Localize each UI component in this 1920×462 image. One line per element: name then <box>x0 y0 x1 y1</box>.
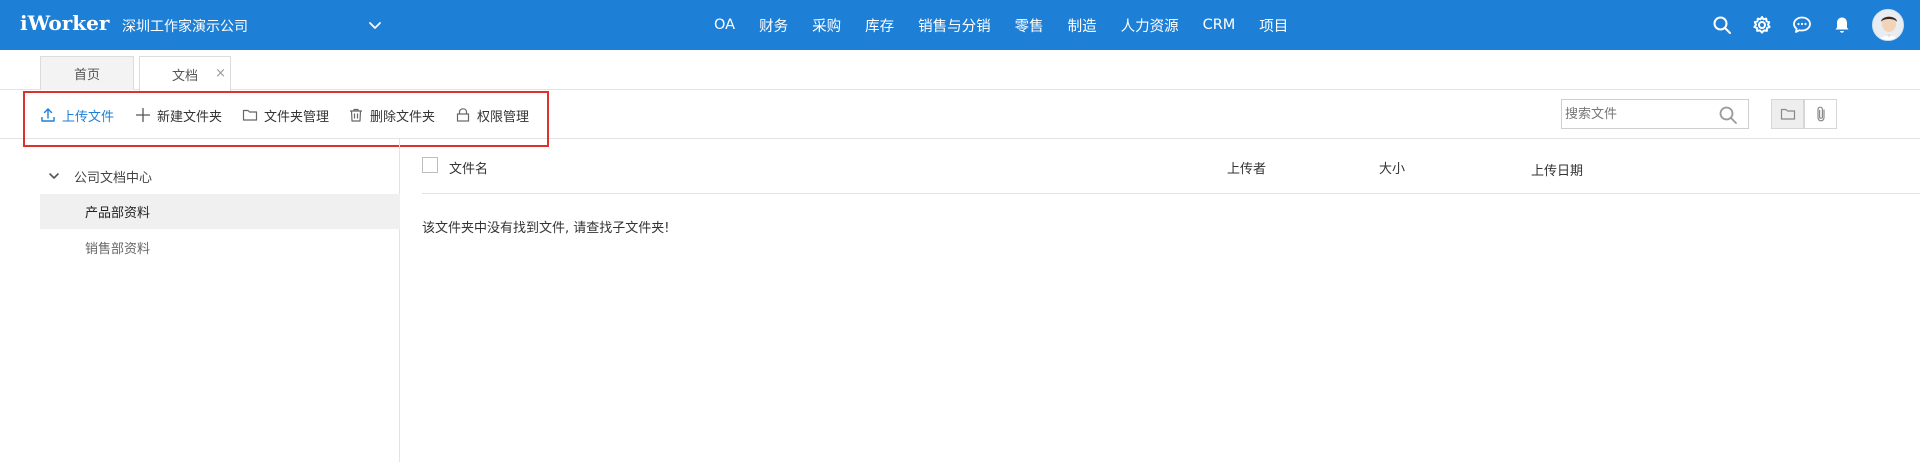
plus-icon <box>135 107 151 123</box>
nav-item-manufacturing[interactable]: 制造 <box>1068 15 1097 36</box>
tree-item-label: 产品部资料 <box>85 206 151 221</box>
bell-icon[interactable] <box>1832 15 1852 35</box>
search-input[interactable] <box>1562 100 1712 128</box>
tab-documents[interactable]: 文档 × <box>139 56 231 91</box>
delete-folder-button[interactable]: 删除文件夹 <box>348 105 435 125</box>
folder-icon <box>242 109 258 121</box>
folder-management-label: 文件夹管理 <box>264 109 330 125</box>
search-box <box>1561 99 1749 129</box>
empty-folder-message: 该文件夹中没有找到文件, 请查找子文件夹! <box>422 221 670 236</box>
tab-home[interactable]: 首页 <box>40 56 134 90</box>
tree-root-folder[interactable]: 公司文档中心 <box>48 167 153 186</box>
search-icon[interactable] <box>1712 15 1732 35</box>
nav-item-sales[interactable]: 销售与分销 <box>918 15 991 36</box>
chevron-down-icon[interactable] <box>367 17 383 33</box>
nav-item-project[interactable]: 项目 <box>1259 15 1288 36</box>
new-folder-button[interactable]: 新建文件夹 <box>135 105 222 125</box>
upload-icon <box>41 108 55 122</box>
close-icon[interactable]: × <box>215 66 226 81</box>
search-icon[interactable] <box>1718 105 1738 125</box>
company-name[interactable]: 深圳工作家演示公司 <box>122 16 248 36</box>
nav-item-finance[interactable]: 财务 <box>759 15 788 36</box>
tree-item-label: 销售部资料 <box>85 242 151 257</box>
folder-view-button[interactable] <box>1771 99 1804 129</box>
brand-logo[interactable]: iWorker <box>20 11 109 35</box>
nav-item-retail[interactable]: 零售 <box>1015 15 1044 36</box>
nav-item-crm[interactable]: CRM <box>1203 17 1236 33</box>
avatar-portrait-icon <box>1873 10 1903 40</box>
folder-management-button[interactable]: 文件夹管理 <box>242 105 329 125</box>
trash-icon <box>350 108 362 122</box>
main-nav: OA 财务 采购 库存 销售与分销 零售 制造 人力资源 CRM 项目 <box>714 0 1312 50</box>
upload-file-label: 上传文件 <box>62 109 115 125</box>
tree-root-label: 公司文档中心 <box>74 170 153 186</box>
chat-icon[interactable] <box>1792 15 1812 35</box>
new-folder-label: 新建文件夹 <box>157 109 223 125</box>
column-header-uploader[interactable]: 上传者 <box>1227 158 1266 177</box>
nav-item-purchase[interactable]: 采购 <box>812 15 841 36</box>
user-avatar[interactable] <box>1872 9 1904 41</box>
column-header-filename[interactable]: 文件名 <box>449 158 488 177</box>
folder-tree: 公司文档中心 产品部资料 销售部资料 <box>0 139 400 462</box>
nav-item-hr[interactable]: 人力资源 <box>1121 15 1179 36</box>
tabs-bar: 首页 文档 × <box>0 50 1920 91</box>
top-navigation-bar: iWorker 深圳工作家演示公司 OA 财务 采购 库存 销售与分销 零售 制… <box>0 0 1920 50</box>
nav-item-oa[interactable]: OA <box>714 17 735 33</box>
delete-folder-label: 删除文件夹 <box>370 109 436 125</box>
column-header-upload-date[interactable]: 上传日期 <box>1531 160 1583 179</box>
folder-icon <box>1780 108 1795 120</box>
permission-management-label: 权限管理 <box>477 109 530 125</box>
select-all-checkbox[interactable] <box>422 157 438 173</box>
attachment-view-button[interactable] <box>1804 99 1837 129</box>
column-header-size[interactable]: 大小 <box>1379 158 1405 177</box>
permission-management-button[interactable]: 权限管理 <box>455 105 529 125</box>
tab-home-label: 首页 <box>73 68 100 83</box>
file-table-header <box>422 139 1920 194</box>
paperclip-icon <box>1816 106 1825 122</box>
tab-documents-label: 文档 <box>171 68 198 84</box>
tree-item-sales-docs[interactable]: 销售部资料 <box>40 230 400 265</box>
nav-item-inventory[interactable]: 库存 <box>865 15 894 36</box>
upload-file-button[interactable]: 上传文件 <box>40 105 114 125</box>
tree-item-product-docs[interactable]: 产品部资料 <box>40 194 400 229</box>
gear-icon[interactable] <box>1752 15 1772 35</box>
chevron-down-icon[interactable] <box>48 170 60 182</box>
lock-icon <box>456 108 470 122</box>
